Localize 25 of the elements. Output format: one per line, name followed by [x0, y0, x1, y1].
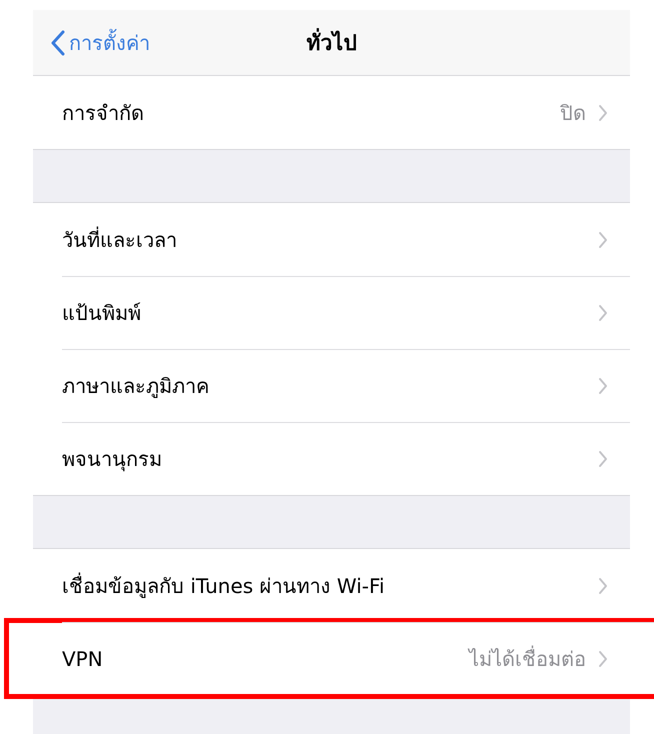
- chevron-icon: [598, 576, 608, 594]
- row-label: ภาษาและภูมิภาค: [62, 372, 210, 400]
- row-label: แป้นพิมพ์: [62, 300, 142, 326]
- row-label: พจนานุกรม: [62, 446, 163, 474]
- chevron-icon: [598, 376, 608, 394]
- settings-row[interactable]: พจนานุกรม: [33, 422, 630, 495]
- chevron-icon: [598, 304, 608, 322]
- back-chevron-icon: [51, 30, 65, 56]
- chevron-icon: [598, 230, 608, 248]
- back-button[interactable]: การตั้งค่า: [33, 26, 150, 58]
- row-label: วันที่และเวลา: [62, 226, 178, 254]
- settings-row[interactable]: วันที่และเวลา: [33, 203, 630, 276]
- row-value: ไม่ได้เชื่อมต่อ: [469, 644, 586, 672]
- chevron-icon: [598, 650, 608, 668]
- screen-title: ทั่วไป: [306, 26, 356, 59]
- chevron-icon: [598, 104, 608, 122]
- chevron-icon: [598, 450, 608, 468]
- row-label: การจำกัด: [62, 100, 145, 126]
- settings-row[interactable]: แป้นพิมพ์: [33, 276, 630, 349]
- settings-row[interactable]: การจำกัด ปิด: [33, 76, 630, 149]
- row-label: เชื่อมข้อมูลกับ iTunes ผ่านทาง Wi-Fi: [62, 572, 386, 600]
- settings-row[interactable]: ภาษาและภูมิภาค: [33, 349, 630, 422]
- row-label: VPN: [62, 646, 104, 670]
- settings-row[interactable]: เชื่อมข้อมูลกับ iTunes ผ่านทาง Wi-Fi: [33, 549, 630, 622]
- row-value: ปิด: [560, 100, 586, 126]
